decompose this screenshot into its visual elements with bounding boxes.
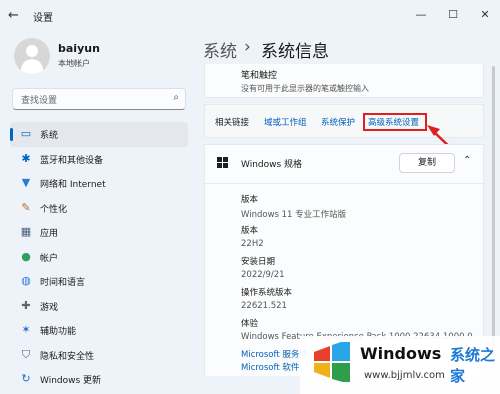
spec-value: 22H2 <box>241 239 264 249</box>
spec-title: Windows 规格 <box>241 160 303 170</box>
watermark-brand: Windows <box>360 344 442 363</box>
windows-logo-icon <box>217 157 229 169</box>
spec-key: 操作系统版本 <box>241 288 293 298</box>
chevron-up-icon[interactable]: ⌃ <box>463 155 471 166</box>
divider <box>205 183 483 184</box>
watermark-subtitle: 系统之家 <box>450 346 496 385</box>
spec-key: 体验 <box>241 319 259 329</box>
ms-service-agreement-link[interactable]: Microsoft 服务协 <box>241 348 308 360</box>
ms-software-license-link[interactable]: Microsoft 软件 <box>241 361 299 373</box>
spec-value: Windows 11 专业工作站版 <box>241 210 347 220</box>
watermark: Windows 系统之家 www.bjjmlv.com <box>300 336 500 394</box>
watermark-url: www.bjjmlv.com <box>364 370 445 381</box>
copy-button[interactable]: 复制 <box>399 153 455 173</box>
scrollbar[interactable] <box>492 66 495 366</box>
spec-key: 版本 <box>241 226 259 236</box>
spec-key: 版本 <box>241 195 259 205</box>
spec-value: 2022/9/21 <box>241 270 285 280</box>
spec-key: 安装日期 <box>241 257 276 267</box>
spec-value: 22621.521 <box>241 301 287 311</box>
watermark-logo-icon <box>314 342 350 382</box>
